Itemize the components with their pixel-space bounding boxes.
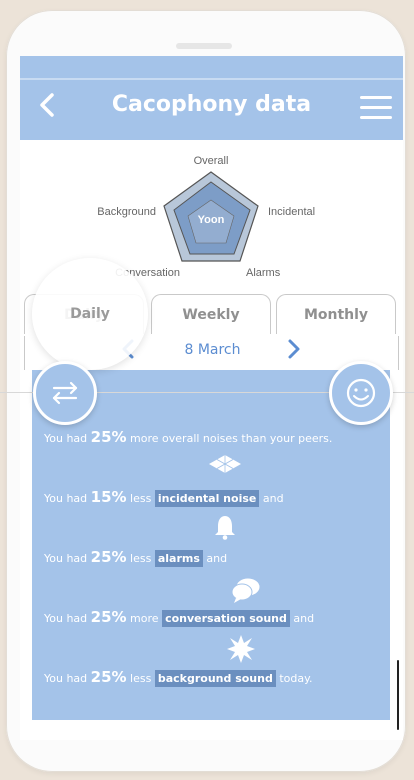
radar-axis-label: Overall	[194, 155, 229, 167]
chevron-left-icon	[40, 93, 54, 117]
summary-row: You had 15% less incidental noise and	[44, 488, 284, 507]
current-date: 8 March	[184, 342, 241, 358]
conversation-sound-tag: conversation sound	[162, 610, 290, 627]
phone-speaker	[176, 43, 232, 49]
app-header: Cacophony data	[20, 56, 403, 140]
back-button[interactable]	[34, 92, 60, 122]
incidental-noise-tag: incidental noise	[154, 490, 260, 507]
summary-row: You had 25% more overall noises than you…	[44, 428, 333, 446]
scrollbar[interactable]	[397, 660, 399, 730]
chevron-right-icon	[288, 339, 300, 359]
menu-button[interactable]	[360, 96, 392, 120]
smiley-icon	[346, 378, 376, 408]
radar-axis-label: Incidental	[268, 206, 315, 218]
summary-panel: You had 25% more overall noises than you…	[32, 370, 390, 720]
bell-icon	[215, 516, 235, 540]
alarms-tag: alarms	[154, 550, 203, 567]
radar-axis-label: Alarms	[246, 267, 281, 279]
hamburger-icon	[360, 96, 392, 99]
summary-row: You had 25% less alarms and	[44, 548, 228, 567]
radar-center-label: Yoon	[198, 214, 225, 226]
tab-monthly[interactable]: Monthly	[276, 294, 396, 334]
burst-icon	[227, 635, 255, 663]
radar-axis-label: Background	[97, 206, 156, 218]
background-sound-tag: background sound	[154, 670, 276, 687]
mood-button[interactable]	[329, 361, 393, 425]
tab-daily-highlighted-label: Daily	[70, 306, 110, 322]
tab-weekly[interactable]: Weekly	[151, 294, 271, 334]
tab-focus-highlight[interactable]: Daily	[32, 258, 148, 370]
summary-row: You had 25% less background sound today.	[44, 668, 313, 687]
page-title: Cacophony data	[111, 92, 312, 117]
next-date-button[interactable]	[287, 338, 301, 367]
speech-bubbles-icon	[231, 577, 261, 603]
swap-button[interactable]	[33, 361, 97, 425]
diamond-grid-icon	[209, 455, 241, 473]
status-bar	[20, 78, 403, 80]
swap-arrows-icon	[52, 381, 78, 405]
summary-row: You had 25% more conversation sound and	[44, 608, 315, 627]
